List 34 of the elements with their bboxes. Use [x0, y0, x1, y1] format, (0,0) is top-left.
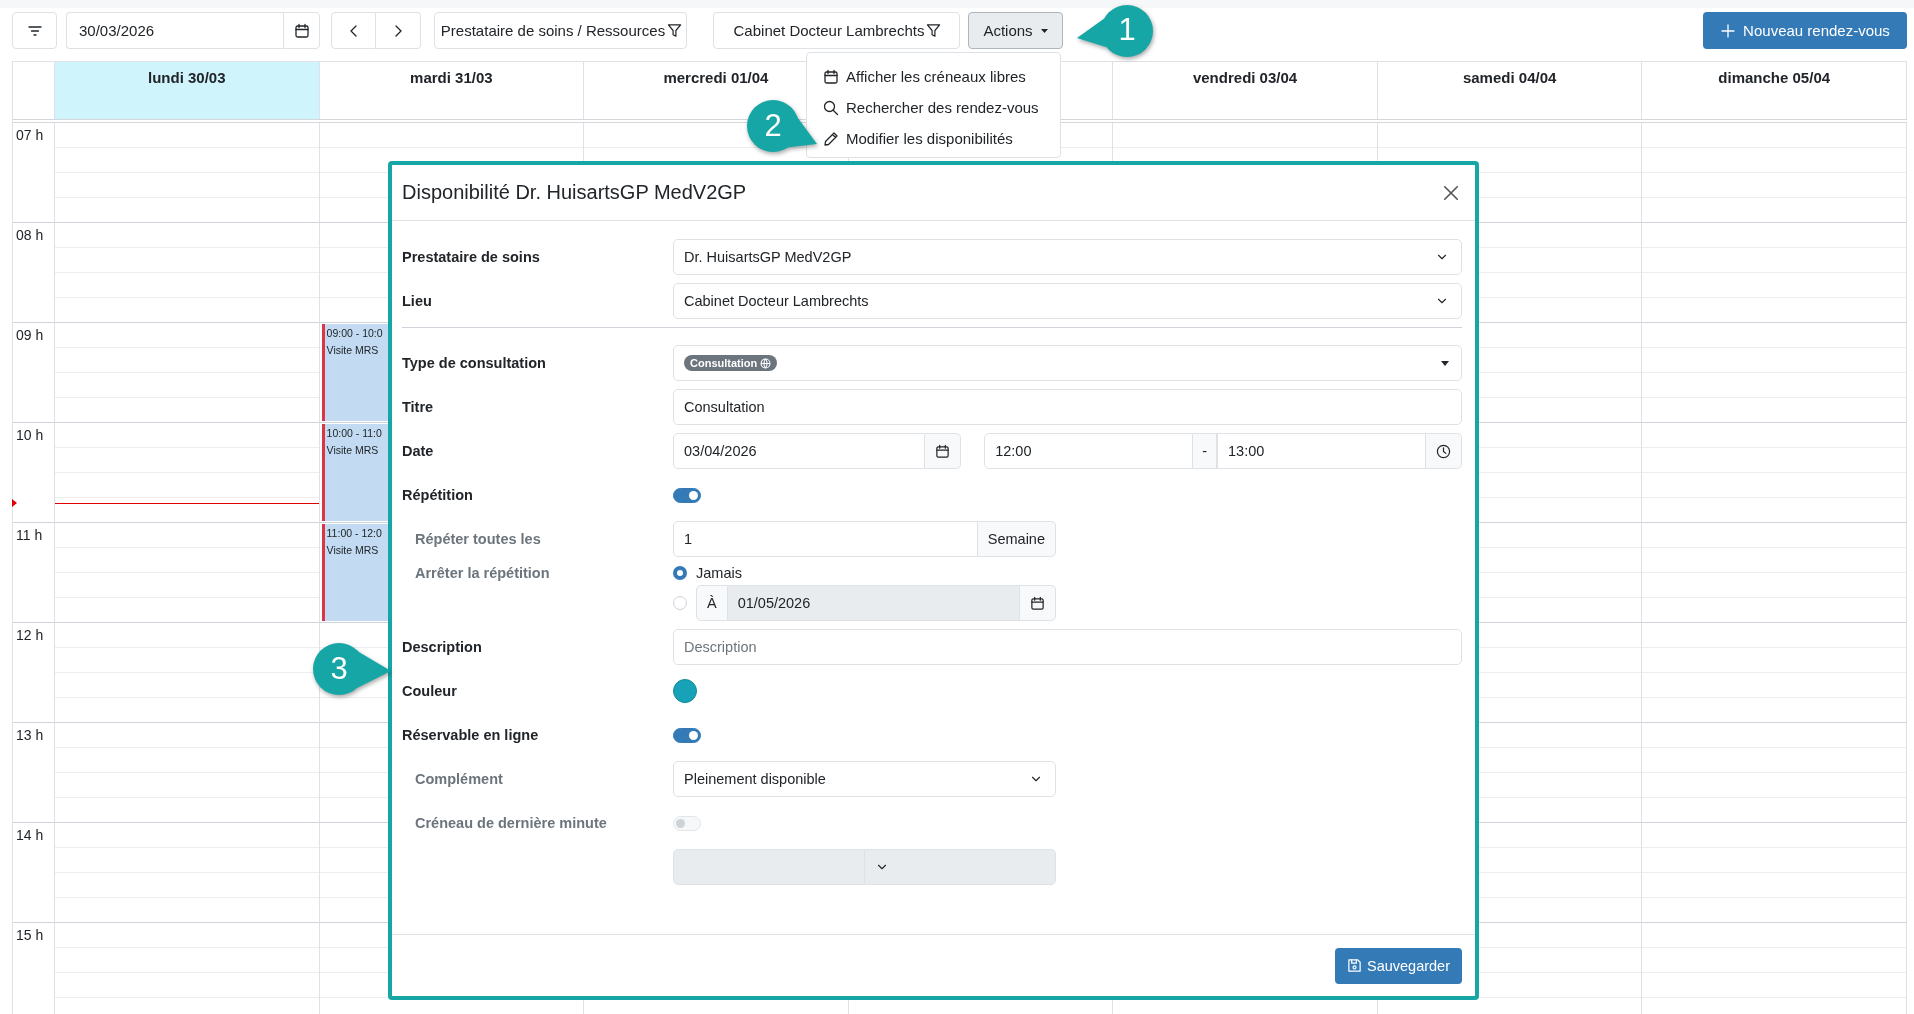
- hour-label: 08 h: [15, 226, 44, 243]
- prefix-label: À: [696, 585, 728, 621]
- appointment-title: Visite MRS: [326, 344, 379, 356]
- hour-label: 12 h: [15, 626, 44, 643]
- radio-label: Jamais: [696, 565, 742, 581]
- field-label: Date: [402, 443, 435, 459]
- field-label: Lieu: [402, 293, 433, 309]
- field-label: Couleur: [402, 683, 458, 699]
- field-label: Complément: [414, 771, 504, 787]
- hour-label: 09 h: [15, 326, 44, 343]
- consultation-tag: Consultation: [684, 355, 778, 371]
- appointment-title: Visite MRS: [326, 544, 379, 556]
- appointment-time: 09:00 - 10:0: [326, 327, 383, 339]
- field-label: Type de consultation: [402, 355, 547, 371]
- hour-label: 14 h: [15, 826, 44, 843]
- field-label: Titre: [402, 399, 435, 415]
- field-label: Réservable en ligne: [402, 727, 540, 743]
- unit-label: Semaine: [977, 521, 1056, 557]
- hour-label: 11 h: [15, 526, 43, 543]
- field-label: Arrêter la répétition: [414, 565, 551, 581]
- appointment-title: Visite MRS: [326, 444, 379, 456]
- hour-label: 13 h: [15, 726, 44, 743]
- field-label: Répéter toutes les: [414, 531, 542, 547]
- hour-label: 10 h: [15, 426, 44, 443]
- field-label: Description: [402, 639, 483, 655]
- appointment-time: 11:00 - 12:0: [326, 527, 382, 539]
- field-label: Créneau de dernière minute: [414, 815, 608, 831]
- hour-label: 15 h: [15, 926, 44, 943]
- range-separator: -: [1193, 433, 1217, 469]
- appointment-time: 10:00 - 11:0: [326, 427, 382, 439]
- hour-label: 07 h: [15, 126, 44, 143]
- field-label: Répétition: [402, 487, 474, 503]
- dialog-title: Disponibilité Dr. HuisartsGP MedV2GP: [402, 181, 747, 204]
- field-label: Prestataire de soins: [402, 249, 541, 265]
